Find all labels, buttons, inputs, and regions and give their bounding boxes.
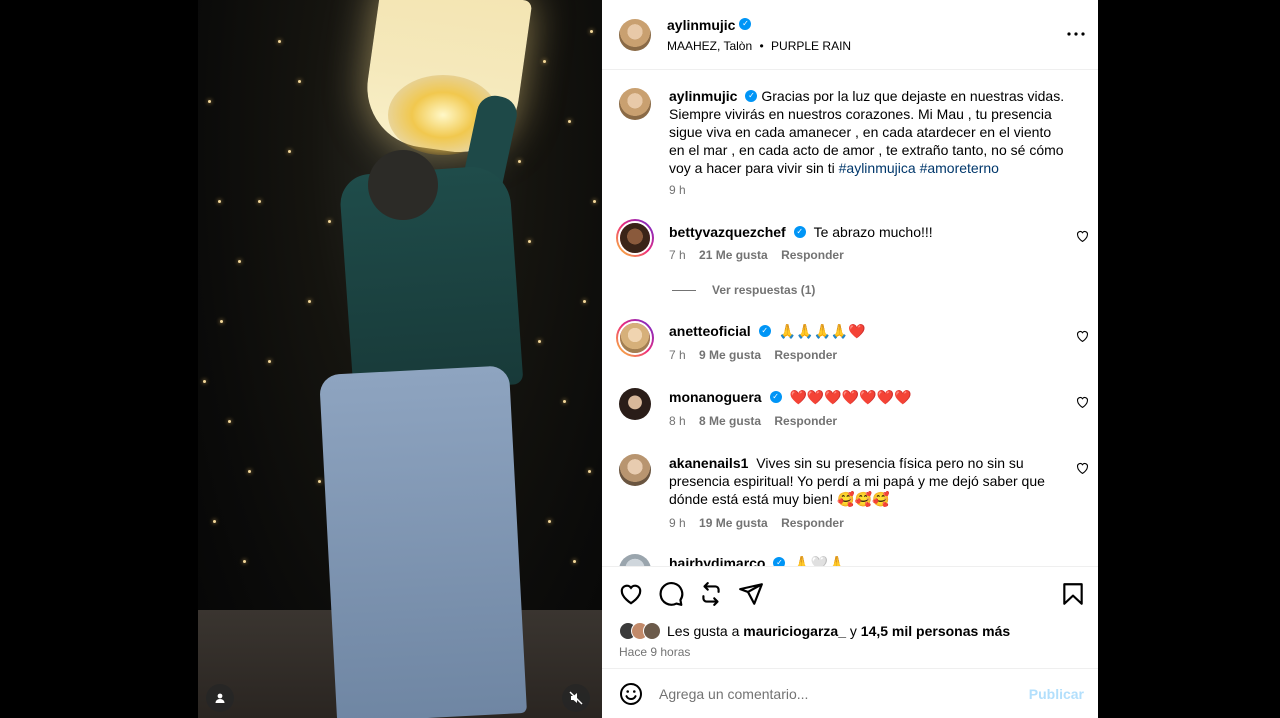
tagged-users-button[interactable] [206,684,234,712]
audio-link[interactable]: PURPLE RAIN [771,39,851,53]
caption-text-block: aylinmujic ✓ Gracias por la luz que dejas… [669,87,1069,177]
comment-text: 🙏🙏🙏🙏❤️ [778,323,866,339]
separator: • [759,38,764,53]
comment-time[interactable]: 7 h [669,348,686,362]
reply-button[interactable]: Responder [781,248,844,262]
story-ring[interactable] [616,219,654,257]
repost-icon[interactable] [698,581,724,607]
person-head [368,150,438,220]
comments-list[interactable]: aylinmujic ✓ Gracias por la luz que dejas… [602,70,1098,566]
mute-icon [569,691,583,705]
comment-time[interactable]: 7 h [669,248,686,262]
comment-icon[interactable] [658,581,684,607]
comment-text-block: monanoguera ✓ ❤️❤️❤️❤️❤️❤️❤️ [669,388,1069,406]
caption-row: aylinmujic ✓ Gracias por la luz que dejas… [619,88,1079,198]
comment-text: 🙏🤍🙏 [793,555,846,566]
more-options-button[interactable] [1062,22,1090,46]
comment-text-block: anetteoficial ✓ 🙏🙏🙏🙏❤️ [669,322,1069,340]
comment-avatar[interactable] [619,388,651,420]
comment-meta: 7 h 21 Me gusta Responder [669,248,844,262]
like-icon[interactable] [618,581,644,607]
comment-composer: Publicar [602,668,1098,718]
likes-connector: y [849,623,857,639]
verified-icon: ✓ [793,226,806,239]
reply-button[interactable]: Responder [781,516,844,530]
caption-username[interactable]: aylinmujic [669,88,737,104]
mute-button[interactable] [562,684,590,712]
author-username[interactable]: aylinmujic [667,17,735,33]
comment-row: anetteoficial ✓ 🙏🙏🙏🙏❤️ 7 h 9 Me gusta Res… [616,319,1088,372]
post-header: aylinmujic ✓ MAAHEZ, Talòn • PURPLE RAIN [602,0,1098,70]
liker-avatars [619,622,661,640]
comment-likes-button[interactable]: 19 Me gusta [699,516,768,530]
reply-button[interactable]: Responder [774,414,837,428]
view-replies-button[interactable]: Ver respuestas (1) [672,283,815,297]
comment-text-block: bettyvazquezchef ✓ Te abrazo mucho!!! [669,223,1069,241]
comment-username[interactable]: monanoguera [669,389,762,405]
verified-icon: ✓ [739,18,752,31]
author-avatar[interactable] [619,18,651,51]
hashtag-link[interactable]: #aylinmujica [839,160,916,176]
save-icon[interactable] [1060,581,1086,607]
publish-button[interactable]: Publicar [1029,686,1084,702]
post-actions: Les gusta a mauriciogarza_ y 14,5 mil pe… [602,566,1098,668]
user-icon [215,693,225,703]
comment-text-block: hairbydimarco ✓ 🙏🤍🙏 [669,554,1069,566]
person-pants [319,365,527,718]
liker-avatar [643,622,661,640]
comment-likes-button[interactable]: 9 Me gusta [699,348,761,362]
heart-small-icon[interactable] [1076,230,1089,242]
likes-count[interactable]: 14,5 mil personas más [861,623,1010,639]
verified-icon: ✓ [758,325,771,338]
share-icon[interactable] [738,581,764,607]
comment-avatar[interactable] [619,454,651,486]
replies-dash [672,289,696,291]
comment-text-block: akanenails1 Vives sin su presencia físic… [669,454,1069,508]
view-replies-label: Ver respuestas (1) [712,283,816,297]
heart-small-icon[interactable] [1076,396,1089,408]
verified-icon: ✓ [745,90,758,103]
caption-avatar[interactable] [619,88,651,120]
comment-time[interactable]: 8 h [669,414,686,428]
post-detail-panel: aylinmujic ✓ MAAHEZ, Talòn • PURPLE RAIN … [602,0,1098,718]
comment-row: hairbydimarco ✓ 🙏🤍🙏 [619,554,1079,566]
comment-row: akanenails1 Vives sin su presencia físic… [619,454,1088,534]
comment-meta: 7 h 9 Me gusta Responder [669,348,837,362]
emoji-icon[interactable] [619,682,643,706]
liker-username[interactable]: mauriciogarza_ [743,623,846,639]
likes-prefix: Les gusta a [667,623,740,639]
reply-button[interactable]: Responder [774,348,837,362]
verified-icon: ✓ [769,391,782,404]
likes-summary[interactable]: Les gusta a mauriciogarza_ y 14,5 mil pe… [619,622,1010,640]
comment-username[interactable]: hairbydimarco [669,555,765,566]
caption-time[interactable]: 9 h [669,183,686,197]
location-link[interactable]: MAAHEZ, Talòn [667,39,752,53]
comment-text: Te abrazo mucho!!! [813,224,933,240]
story-ring[interactable] [616,319,654,357]
comment-text: ❤️❤️❤️❤️❤️❤️❤️ [789,389,912,405]
comment-username[interactable]: bettyvazquezchef [669,224,786,240]
post-media-video[interactable] [198,0,602,718]
comment-username[interactable]: akanenails1 [669,455,748,471]
comment-input[interactable] [659,685,1019,702]
comment-meta: 8 h 8 Me gusta Responder [669,414,837,428]
comment-likes-button[interactable]: 21 Me gusta [699,248,768,262]
hashtag-link[interactable]: #amoreterno [920,160,999,176]
heart-small-icon[interactable] [1076,330,1089,342]
comment-username[interactable]: anetteoficial [669,323,751,339]
comment-likes-button[interactable]: 8 Me gusta [699,414,761,428]
comment-row: monanoguera ✓ ❤️❤️❤️❤️❤️❤️❤️ 8 h 8 Me gus… [619,388,1088,438]
post-time[interactable]: Hace 9 horas [619,645,690,659]
comment-meta: 9 h 19 Me gusta Responder [669,516,844,530]
comment-avatar[interactable] [619,554,651,566]
heart-small-icon[interactable] [1076,462,1089,474]
verified-icon: ✓ [773,557,786,566]
comment-time[interactable]: 9 h [669,516,686,530]
more-icon [1067,32,1085,36]
